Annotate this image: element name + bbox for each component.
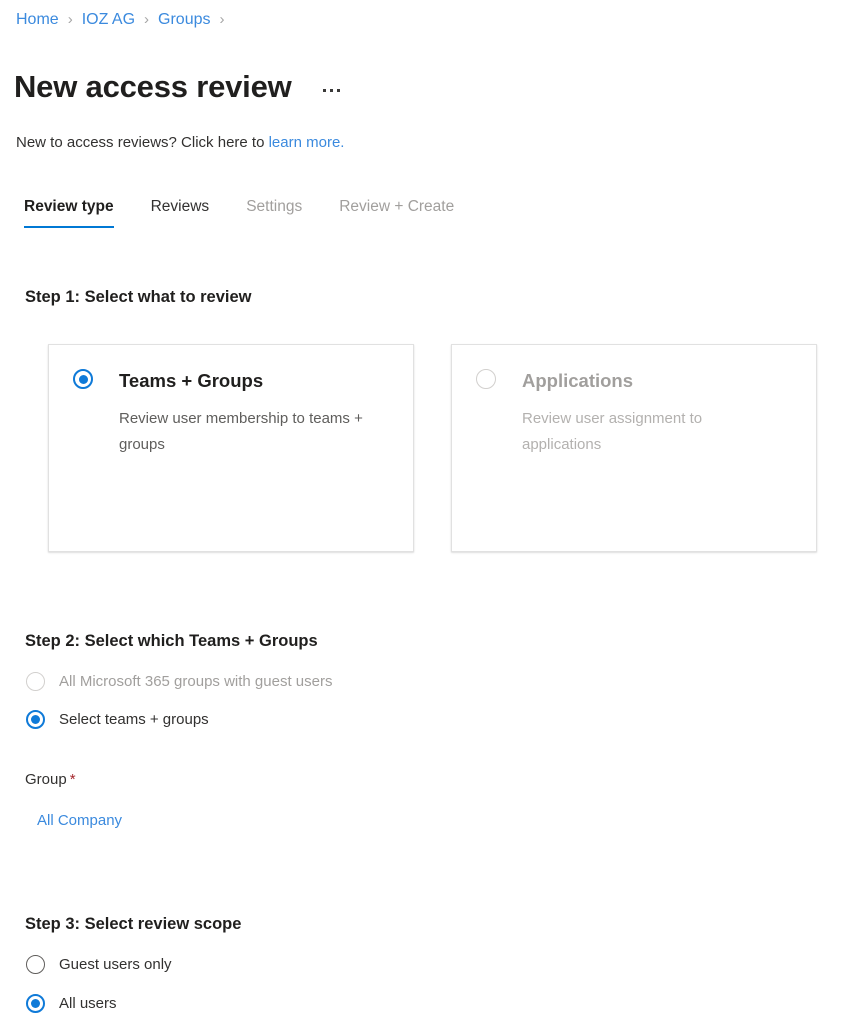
- radio-applications: [476, 369, 496, 389]
- intro-text-label: New to access reviews? Click here to: [16, 134, 269, 151]
- intro-text: New to access reviews? Click here to lea…: [16, 132, 344, 153]
- radio-row-select-teams-groups[interactable]: Select teams + groups: [26, 709, 209, 730]
- card-applications-title: Applications: [522, 370, 634, 391]
- review-type-card-group: Teams + Groups Review user membership to…: [48, 344, 817, 552]
- chevron-right-icon: ›: [144, 11, 150, 28]
- group-label-text: Group: [25, 771, 67, 788]
- radio-row-guest-users-only[interactable]: Guest users only: [26, 954, 172, 975]
- radio-guest-users-only[interactable]: [26, 955, 45, 974]
- tab-settings: Settings: [246, 198, 303, 215]
- tab-reviews[interactable]: Reviews: [151, 196, 210, 228]
- radio-row-all-users[interactable]: All users: [26, 993, 117, 1014]
- page-header: New access review: [14, 46, 344, 128]
- card-applications-body: Applications Review user assignment to a…: [522, 369, 770, 551]
- radio-teams-groups[interactable]: [73, 369, 93, 389]
- group-field-label: Group *: [25, 770, 76, 790]
- required-asterisk: *: [69, 771, 76, 788]
- card-teams-groups-body: Teams + Groups Review user membership to…: [119, 369, 367, 551]
- card-teams-groups-title: Teams + Groups: [119, 370, 264, 391]
- card-applications: Applications Review user assignment to a…: [451, 344, 817, 552]
- step3-heading: Step 3: Select review scope: [25, 915, 242, 933]
- breadcrumb-item-home[interactable]: Home: [16, 9, 59, 31]
- group-field-value[interactable]: All Company: [37, 810, 122, 831]
- radio-row-all-m365-groups: All Microsoft 365 groups with guest user…: [26, 671, 332, 692]
- breadcrumb-item-ioz-ag[interactable]: IOZ AG: [82, 9, 135, 31]
- card-teams-groups-description: Review user membership to teams + groups: [119, 410, 363, 453]
- radio-all-m365-groups-label: All Microsoft 365 groups with guest user…: [59, 673, 333, 690]
- dot: [336, 89, 340, 93]
- tab-review-type[interactable]: Review type: [24, 196, 114, 228]
- radio-guest-users-only-label: Guest users only: [59, 956, 172, 973]
- radio-all-users[interactable]: [26, 994, 45, 1013]
- radio-all-m365-groups: [26, 672, 45, 691]
- wizard-tabs: Review type Reviews Settings Review + Cr…: [24, 196, 491, 228]
- learn-more-link[interactable]: learn more.: [269, 134, 345, 151]
- radio-select-teams-groups[interactable]: [26, 710, 45, 729]
- page-title: New access review: [14, 68, 292, 104]
- chevron-right-icon: ›: [219, 11, 225, 28]
- radio-all-users-label: All users: [59, 995, 117, 1012]
- card-applications-description: Review user assignment to applications: [522, 410, 703, 453]
- breadcrumb: Home › IOZ AG › Groups ›: [16, 9, 234, 31]
- card-teams-groups[interactable]: Teams + Groups Review user membership to…: [48, 344, 414, 552]
- step2-heading: Step 2: Select which Teams + Groups: [25, 632, 318, 650]
- dot: [329, 89, 333, 93]
- tab-review-create: Review + Create: [339, 198, 455, 215]
- breadcrumb-item-groups[interactable]: Groups: [158, 9, 210, 31]
- step1-heading: Step 1: Select what to review: [25, 288, 252, 306]
- more-options-icon[interactable]: [319, 85, 344, 96]
- radio-select-teams-groups-label: Select teams + groups: [59, 711, 209, 728]
- dot: [322, 89, 326, 93]
- chevron-right-icon: ›: [67, 11, 73, 28]
